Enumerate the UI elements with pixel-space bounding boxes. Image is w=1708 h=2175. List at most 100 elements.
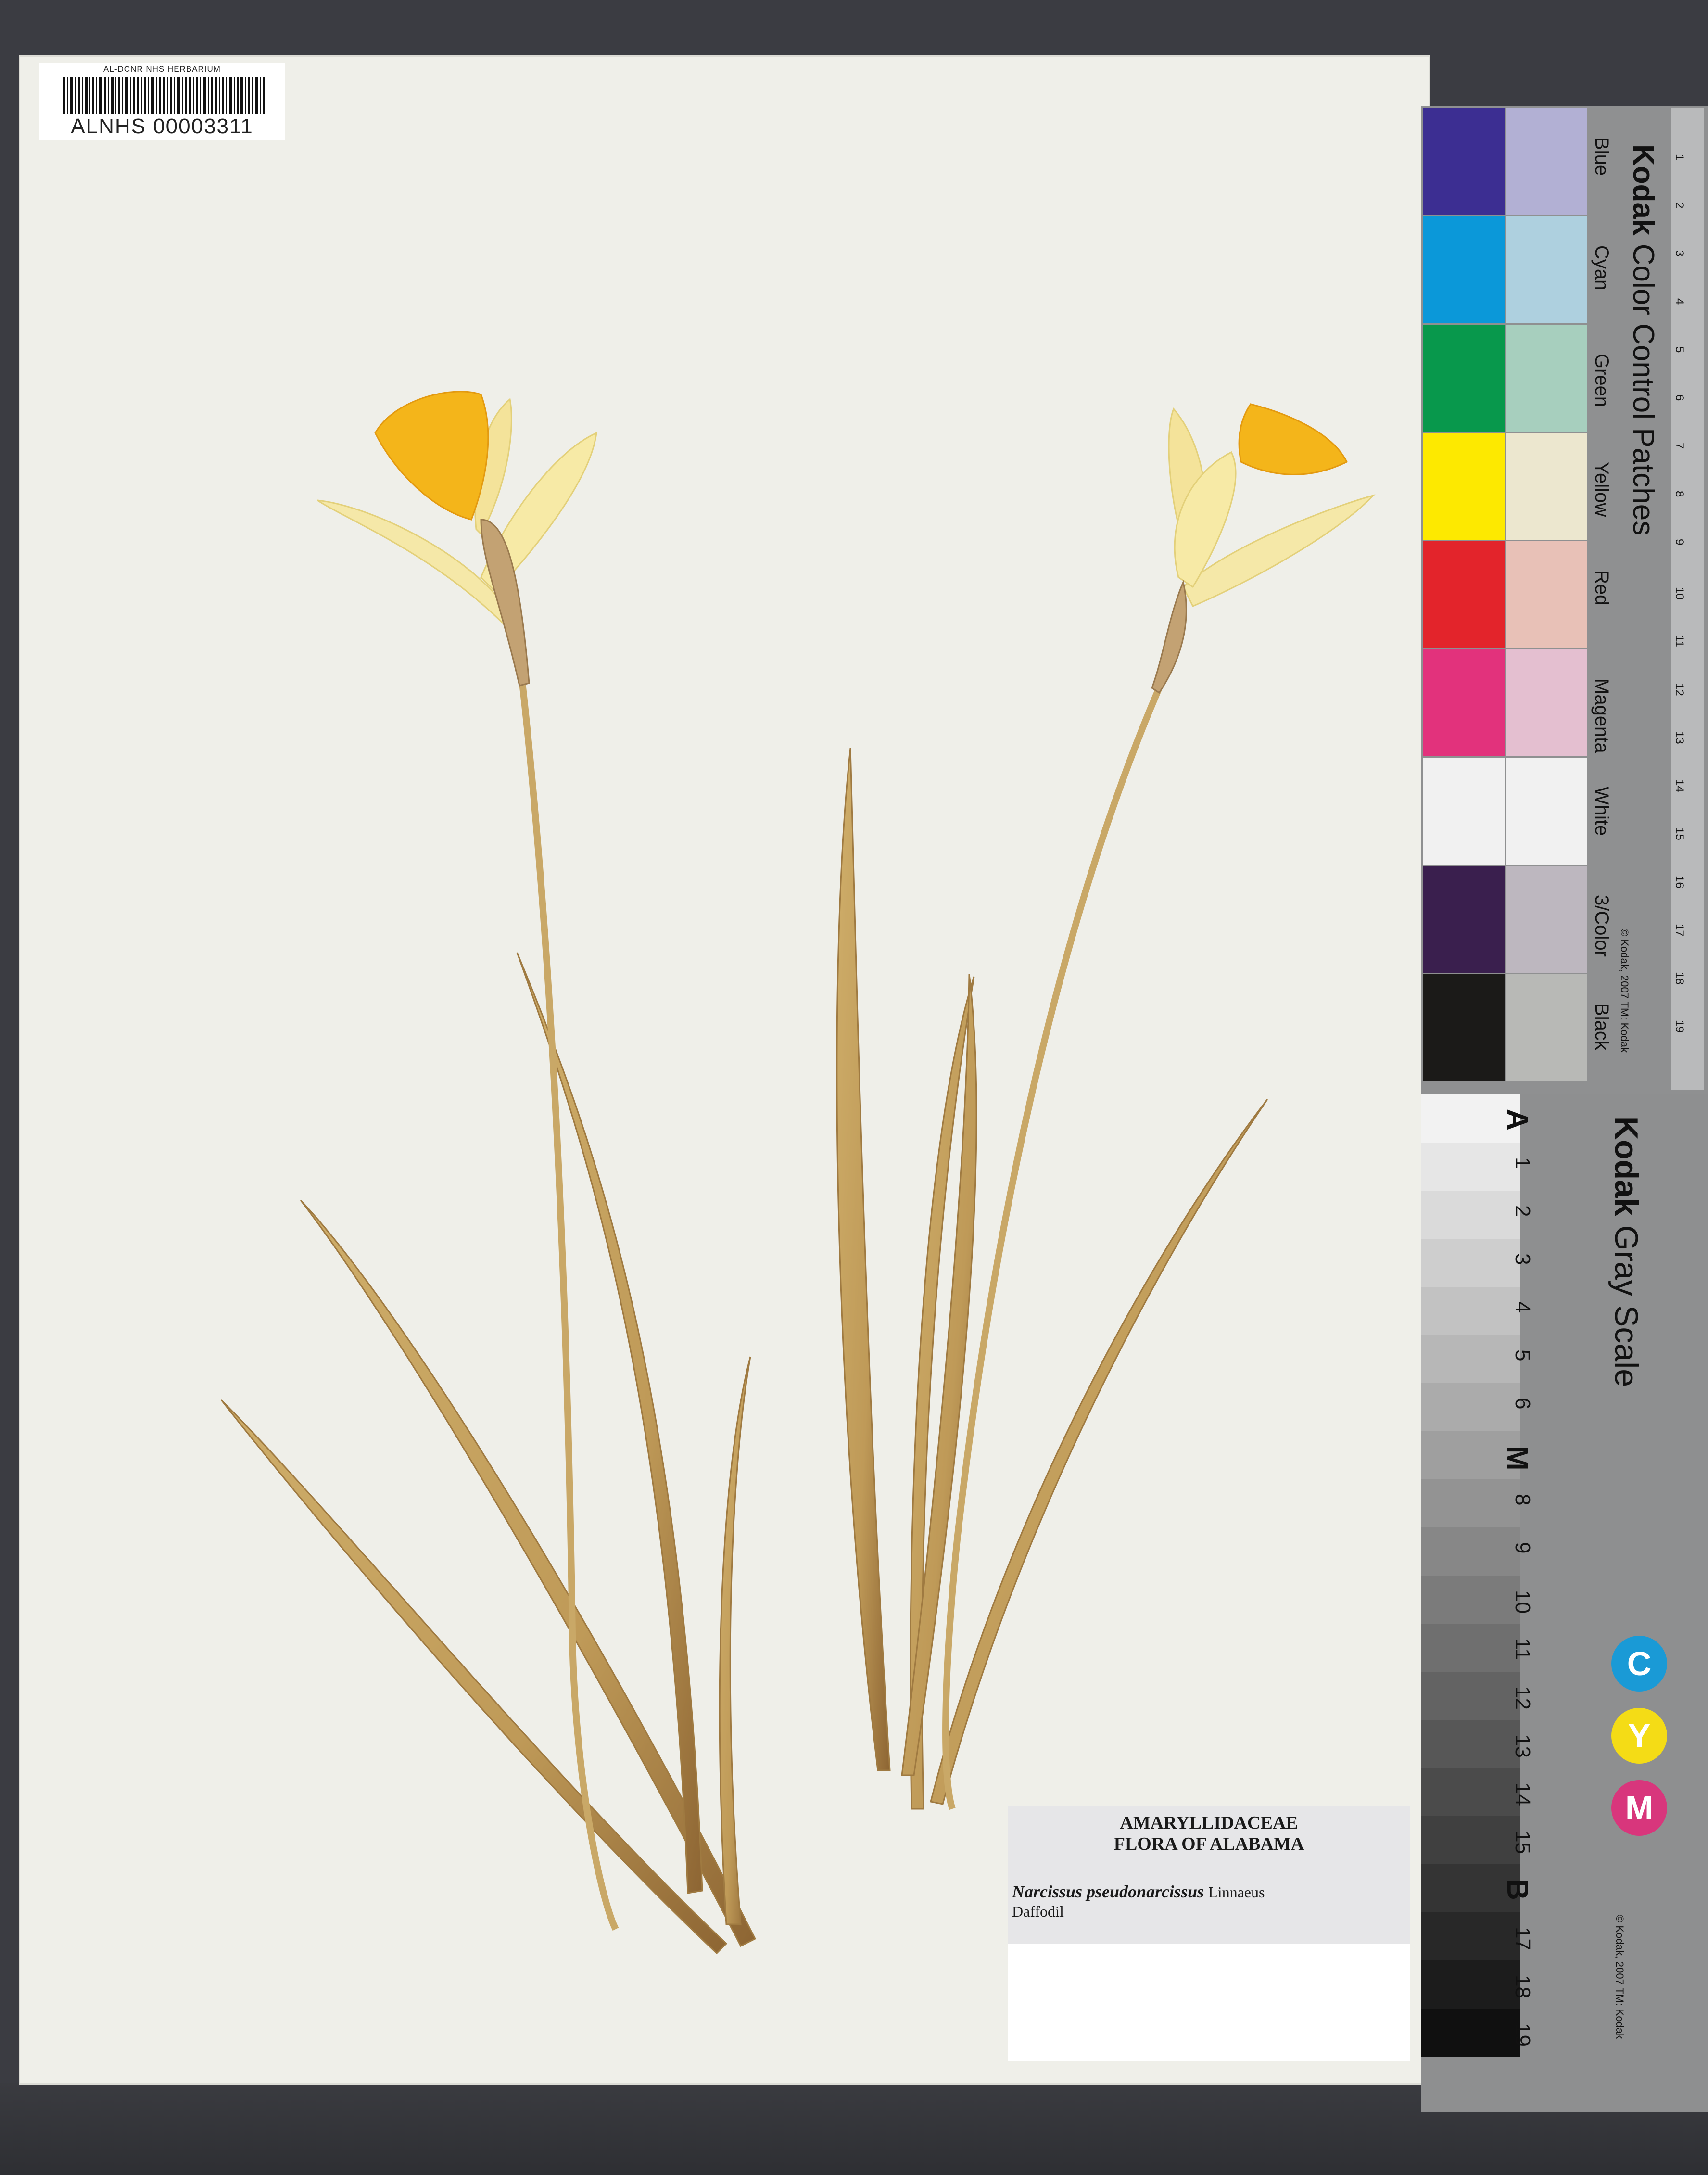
gray-step-label: 5: [1511, 1349, 1534, 1361]
species-author: Linnaeus: [1208, 1883, 1265, 1901]
patch-red-dark: [1423, 541, 1505, 648]
gray-step-label: 1: [1511, 1157, 1534, 1169]
gray-step-label: 3: [1511, 1253, 1534, 1265]
gray-scale-title: Kodak Gray Scale: [1607, 1116, 1645, 1387]
patch-yellow-light: [1506, 433, 1587, 540]
gray-step-label: 15: [1511, 1831, 1534, 1854]
label-blank-area: [1008, 1944, 1410, 2061]
patch-cyan-light: [1506, 216, 1587, 323]
patch-label: Green: [1591, 354, 1612, 407]
patch-black-dark: [1423, 974, 1505, 1081]
patch-magenta-dark: [1423, 649, 1505, 756]
gray-step: [1421, 1335, 1520, 1383]
gray-step: [1421, 1527, 1520, 1576]
barcode-label: AL-DCNR NHS HERBARIUM ALNHS 00003311: [39, 63, 285, 140]
ruler-tick-label: 17: [1673, 924, 1686, 937]
cym-marker-c: C: [1611, 1636, 1667, 1692]
leaves: [220, 748, 1268, 1955]
ruler-tick-label: 10: [1673, 587, 1686, 600]
ruler-tick-label: 13: [1673, 731, 1686, 744]
species-name: Narcissus pseudonarcissus: [1012, 1882, 1204, 1901]
gray-step-label: 11: [1511, 1638, 1534, 1660]
color-chart-copyright: © Kodak, 2007 TM: Kodak: [1619, 929, 1631, 1053]
gray-step-label: 18: [1511, 1975, 1534, 1998]
ruler-tick-label: 6: [1673, 394, 1686, 401]
ruler-tick-label: 11: [1673, 635, 1686, 647]
gray-step-label: 4: [1511, 1301, 1534, 1313]
gray-step-label: M: [1501, 1446, 1534, 1471]
gray-step-label: 12: [1511, 1686, 1534, 1710]
patch-3-color-light: [1506, 866, 1587, 973]
gray-step: [1421, 1624, 1520, 1672]
barcode-image: [63, 77, 265, 114]
gray-step-label: 10: [1511, 1590, 1534, 1614]
gray-step: [1421, 1720, 1520, 1768]
gray-step: [1421, 1191, 1520, 1239]
ruler-tick-label: 3: [1673, 250, 1686, 257]
color-chart-title: Kodak Color Control Patches: [1626, 144, 1660, 535]
catalog-number: ALNHS 00003311: [71, 114, 253, 138]
patch-label: Cyan: [1591, 245, 1612, 291]
patch-label: Red: [1591, 570, 1612, 606]
gray-scale-copyright: © Kodak, 2007 TM: Kodak: [1614, 1915, 1626, 2039]
patch-yellow-dark: [1423, 433, 1505, 540]
ruler-tick-label: 1: [1673, 154, 1686, 161]
gray-step-label: 9: [1511, 1542, 1534, 1554]
gray-step-label: 17: [1511, 1927, 1534, 1950]
patch-label: White: [1591, 787, 1612, 836]
gray-step-label: 13: [1511, 1734, 1534, 1758]
cym-marker-y: Y: [1611, 1708, 1667, 1764]
gray-step: [1421, 1576, 1520, 1624]
flora-name: FLORA OF ALABAMA: [1113, 1834, 1304, 1854]
patch-label: Yellow: [1591, 462, 1612, 517]
common-name: Daffodil: [1012, 1903, 1064, 1920]
gray-step: [1421, 1912, 1520, 1960]
gray-step: [1421, 1672, 1520, 1720]
patch-blue-dark: [1423, 108, 1505, 215]
color-chart-brand: Kodak: [1627, 144, 1660, 236]
gray-step-label: 8: [1511, 1494, 1534, 1506]
flower-stalks: [519, 678, 1163, 1931]
ruler-tick-label: 19: [1673, 1020, 1686, 1033]
patch-label: Magenta: [1591, 678, 1612, 753]
patch-label: Blue: [1591, 137, 1612, 176]
patch-label: 3/Color: [1591, 895, 1612, 957]
herbarium-name: AL-DCNR NHS HERBARIUM: [103, 64, 221, 74]
gray-step: [1421, 1768, 1520, 1816]
gray-step: [1421, 1287, 1520, 1335]
patch-label: Black: [1591, 1003, 1612, 1050]
patch-blue-light: [1506, 108, 1587, 215]
gray-step: [1421, 2009, 1520, 2057]
gray-step-label: 2: [1511, 1205, 1534, 1217]
ruler-tick-label: 12: [1673, 683, 1686, 696]
left-flower: [317, 391, 597, 687]
ruler-tick-label: 4: [1673, 298, 1686, 305]
gray-step-label: 6: [1511, 1398, 1534, 1410]
ruler-tick-label: 9: [1673, 539, 1686, 546]
gray-step: [1421, 1143, 1520, 1191]
patch-green-dark: [1423, 325, 1505, 432]
gray-step: [1421, 1960, 1520, 2009]
color-chart-title-text: Color Control Patches: [1627, 243, 1660, 536]
ruler-tick-label: 7: [1673, 443, 1686, 449]
patch-green-light: [1506, 325, 1587, 432]
gray-step: [1421, 1816, 1520, 1864]
gray-step-label: B: [1501, 1879, 1534, 1900]
ruler-tick-label: 15: [1673, 827, 1686, 840]
ruler-tick-label: 18: [1673, 972, 1686, 985]
gray-step-label: 14: [1511, 1782, 1534, 1806]
cym-marker-m: M: [1611, 1780, 1667, 1836]
patch-3-color-dark: [1423, 866, 1505, 973]
gray-step: [1421, 1239, 1520, 1287]
species-line: Narcissus pseudonarcissus Linnaeus: [1012, 1882, 1265, 1902]
patch-red-light: [1506, 541, 1587, 648]
ruler-tick-label: 8: [1673, 491, 1686, 497]
ruler-tick-label: 16: [1673, 876, 1686, 889]
gray-step-label: 19: [1511, 2023, 1534, 2047]
patch-cyan-dark: [1423, 216, 1505, 323]
gray-scale-brand: Kodak: [1608, 1116, 1645, 1216]
gray-step: [1421, 1383, 1520, 1431]
patch-white-dark: [1423, 758, 1505, 865]
gray-step-label: A: [1501, 1109, 1534, 1131]
ruler-tick-label: 14: [1673, 779, 1686, 792]
